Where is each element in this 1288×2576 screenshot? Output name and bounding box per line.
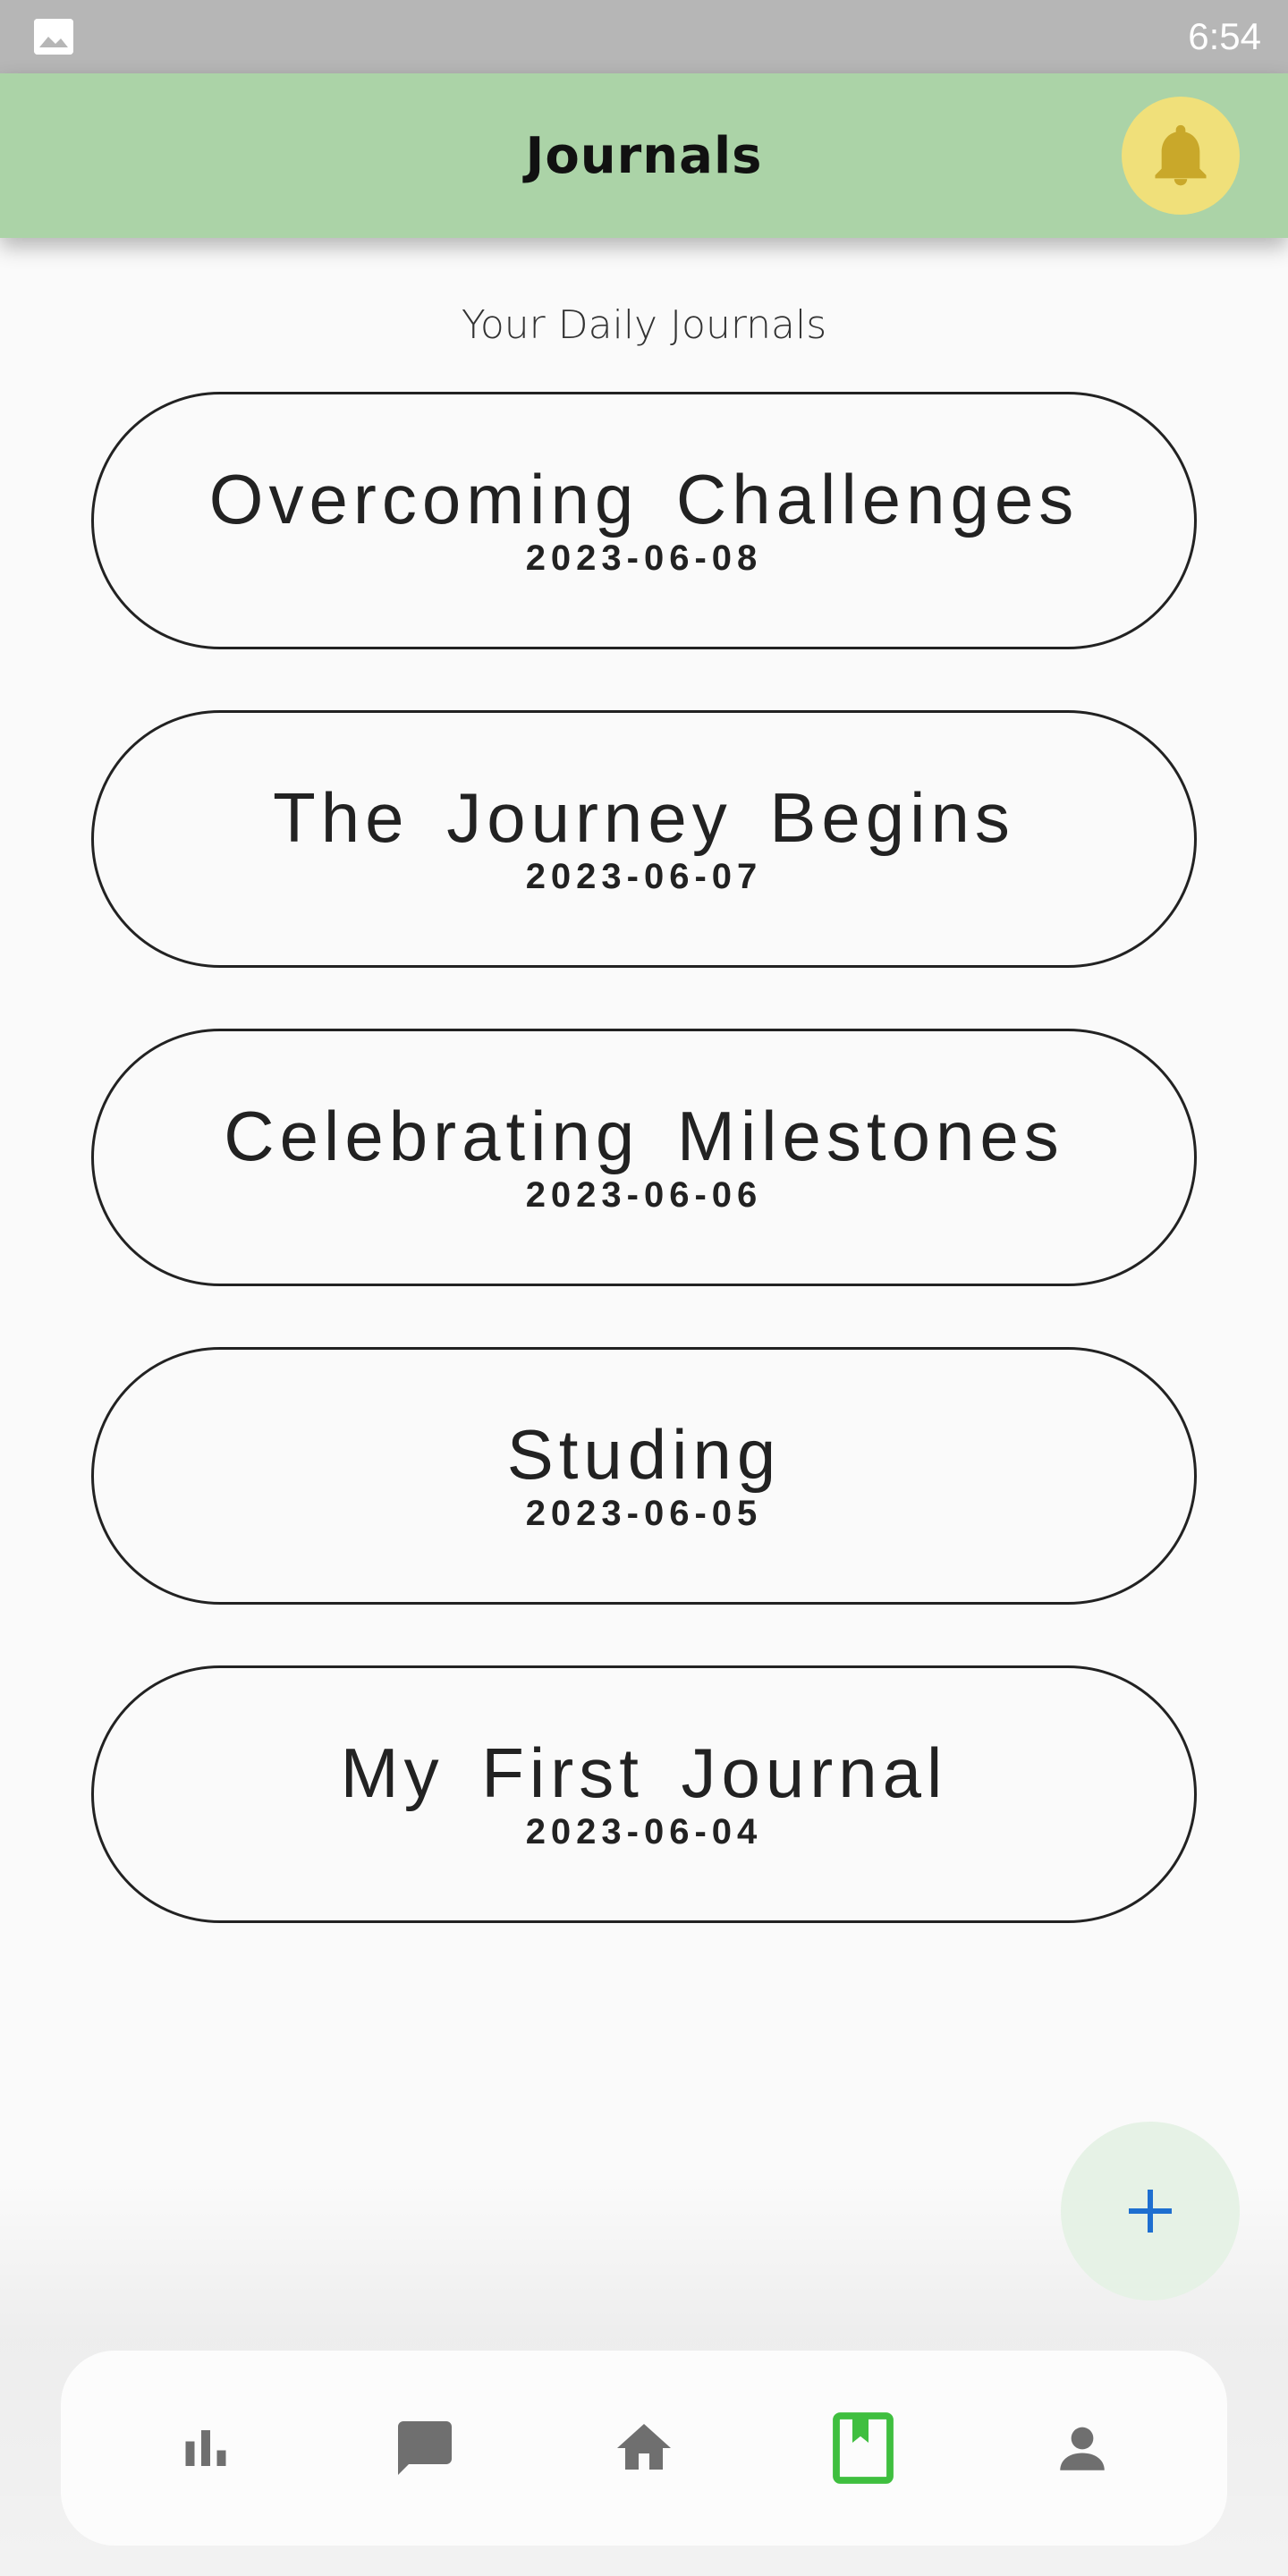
- nav-item-stats[interactable]: [152, 2394, 259, 2502]
- notifications-button[interactable]: [1122, 97, 1240, 215]
- journal-title: Overcoming Challenges: [208, 460, 1080, 538]
- journal-card[interactable]: Celebrating Milestones 2023-06-06: [91, 1029, 1197, 1286]
- image-icon: [34, 19, 73, 55]
- journal-list: Overcoming Challenges 2023-06-08 The Jou…: [91, 392, 1197, 1984]
- nav-item-chat[interactable]: [371, 2394, 479, 2502]
- journal-card[interactable]: Overcoming Challenges 2023-06-08: [91, 392, 1197, 649]
- bell-icon: [1155, 124, 1207, 186]
- app-bar: Journals: [0, 73, 1288, 238]
- bar-chart-icon: [185, 2430, 226, 2466]
- journal-date: 2023-06-07: [525, 857, 763, 896]
- person-icon: [1059, 2427, 1105, 2470]
- home-icon: [616, 2424, 671, 2470]
- page-title: Journals: [525, 126, 763, 185]
- journal-card[interactable]: The Journey Begins 2023-06-07: [91, 710, 1197, 968]
- chat-icon: [398, 2421, 453, 2475]
- nav-item-journals[interactable]: [809, 2394, 917, 2502]
- nav-item-profile[interactable]: [1029, 2394, 1136, 2502]
- journal-date: 2023-06-06: [525, 1175, 763, 1215]
- journal-card[interactable]: Studing 2023-06-05: [91, 1347, 1197, 1605]
- nav-item-home[interactable]: [590, 2394, 698, 2502]
- journal-title: My First Journal: [340, 1733, 948, 1812]
- status-time: 6:54: [1188, 15, 1261, 57]
- bottom-nav: [61, 2351, 1227, 2546]
- plus-icon: [1129, 2190, 1172, 2233]
- journals-subtitle: Your Daily Journals: [461, 302, 827, 348]
- journal-title: The Journey Begins: [273, 778, 1015, 857]
- add-journal-button[interactable]: [1061, 2122, 1240, 2301]
- journal-bookmark-icon: [832, 2412, 894, 2484]
- journal-card[interactable]: My First Journal 2023-06-04: [91, 1665, 1197, 1923]
- journal-title: Celebrating Milestones: [224, 1097, 1064, 1175]
- journal-date: 2023-06-05: [525, 1494, 763, 1533]
- journal-date: 2023-06-04: [525, 1812, 763, 1852]
- journal-title: Studing: [506, 1415, 782, 1494]
- journal-date: 2023-06-08: [525, 538, 763, 578]
- status-bar: 6:54: [0, 0, 1288, 73]
